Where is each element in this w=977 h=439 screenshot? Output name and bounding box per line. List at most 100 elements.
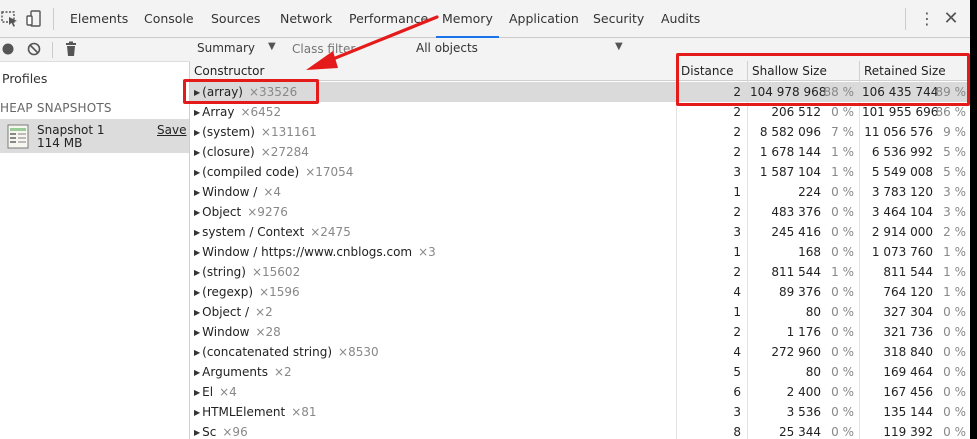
tab-network[interactable]: Network: [280, 0, 332, 38]
constructor-cell: ▶ El ×4: [194, 382, 674, 402]
tab-console[interactable]: Console: [144, 0, 194, 38]
distance-cell: 6: [733, 385, 741, 399]
tab-audits[interactable]: Audits: [661, 0, 700, 38]
distance-cell: 1: [733, 185, 741, 199]
expand-triangle-icon[interactable]: ▶: [194, 308, 200, 317]
shallow-size-cell: 8 582 096: [759, 125, 821, 139]
table-row[interactable]: ▶ (system) ×131161 2 8 582 096 7 % 11 056 576 9…: [190, 122, 970, 142]
constructor-cell: ▶ Window ×28: [194, 322, 674, 342]
expand-triangle-icon[interactable]: ▶: [194, 368, 200, 377]
expand-triangle-icon[interactable]: ▶: [194, 268, 200, 277]
instance-count: ×4: [263, 185, 282, 199]
constructor-cell: ▶ Window / ×4: [194, 182, 674, 202]
retained-percent-cell: 1 %: [943, 265, 966, 279]
retained-size-cell: 321 736: [883, 325, 933, 339]
tab-security[interactable]: Security: [593, 0, 644, 38]
trash-icon[interactable]: [64, 41, 78, 57]
retained-percent-cell: 5 %: [943, 165, 966, 179]
retained-size-cell: 2 914 000: [871, 225, 933, 239]
shallow-percent-cell: 0 %: [831, 365, 854, 379]
snapshot-item[interactable]: Snapshot 1 114 MB Save: [0, 119, 189, 153]
retained-percent-cell: 1 %: [943, 285, 966, 299]
tab-elements[interactable]: Elements: [70, 0, 128, 38]
table-row[interactable]: ▶ system / Context ×2475 3 245 416 0 % 2 914 0…: [190, 222, 970, 242]
shallow-percent-cell: 0 %: [831, 405, 854, 419]
window-edge: [970, 0, 977, 439]
retained-percent-cell: 0 %: [943, 405, 966, 419]
tab-performance[interactable]: Performance: [349, 0, 428, 38]
record-icon[interactable]: [1, 42, 15, 56]
constructor-cell: ▶ (system) ×131161: [194, 122, 674, 142]
expand-triangle-icon[interactable]: ▶: [194, 128, 200, 137]
table-row[interactable]: ▶ Object / ×2 1 80 0 % 327 304 0 %: [190, 302, 970, 322]
snapshot-save-link[interactable]: Save: [157, 123, 186, 137]
clear-all-icon[interactable]: [27, 42, 41, 56]
retained-size-cell: 167 456: [883, 385, 933, 399]
retained-size-cell: 169 464: [883, 365, 933, 379]
expand-triangle-icon[interactable]: ▶: [194, 208, 200, 217]
shallow-size-cell: 811 544: [771, 265, 821, 279]
instance-count: ×1596: [259, 285, 300, 299]
constructor-name: (string): [202, 265, 246, 279]
table-row[interactable]: ▶ Window ×28 2 1 176 0 % 321 736 0 %: [190, 322, 970, 342]
tab-application[interactable]: Application: [509, 0, 579, 38]
table-row[interactable]: ▶ Object ×9276 2 483 376 0 % 3 464 104 3 %: [190, 202, 970, 222]
expand-triangle-icon[interactable]: ▶: [194, 228, 200, 237]
expand-triangle-icon[interactable]: ▶: [194, 348, 200, 357]
shallow-percent-cell: 0 %: [831, 385, 854, 399]
shallow-percent-cell: 1 %: [831, 265, 854, 279]
constructor-cell: ▶ Object ×9276: [194, 202, 674, 222]
constructor-name: Array: [202, 105, 235, 119]
objects-select[interactable]: All objects: [416, 41, 478, 55]
dropdown-arrow-icon[interactable]: ▼: [268, 41, 276, 52]
table-row[interactable]: ▶ (compiled code) ×17054 3 1 587 104 1 % 5 549…: [190, 162, 970, 182]
annotation-box-size-columns: [676, 53, 970, 106]
table-row[interactable]: ▶ Window / ×4 1 224 0 % 3 783 120 3 %: [190, 182, 970, 202]
table-row[interactable]: ▶ Sc ×96 8 25 344 0 % 119 392 0 %: [190, 422, 970, 439]
expand-triangle-icon[interactable]: ▶: [194, 328, 200, 337]
expand-triangle-icon[interactable]: ▶: [194, 108, 200, 117]
device-toolbar-icon[interactable]: [25, 9, 45, 29]
shallow-size-cell: 25 344: [779, 425, 821, 439]
more-options-icon[interactable]: ⋮: [918, 11, 936, 29]
table-row[interactable]: ▶ (concatenated string) ×8530 4 272 960 0 % 31…: [190, 342, 970, 362]
constructor-cell: ▶ Array ×6452: [194, 102, 674, 122]
table-row[interactable]: ▶ (regexp) ×1596 4 89 376 0 % 764 120 1 %: [190, 282, 970, 302]
table-row[interactable]: ▶ El ×4 6 2 400 0 % 167 456 0 %: [190, 382, 970, 402]
expand-triangle-icon[interactable]: ▶: [194, 188, 200, 197]
retained-percent-cell: 3 %: [943, 185, 966, 199]
shallow-percent-cell: 0 %: [831, 305, 854, 319]
shallow-size-cell: 2 400: [786, 385, 821, 399]
table-row[interactable]: ▶ Window / https://www.cnblogs.com ×3 1 168 0…: [190, 242, 970, 262]
expand-triangle-icon[interactable]: ▶: [194, 388, 200, 397]
expand-triangle-icon[interactable]: ▶: [194, 248, 200, 257]
tab-memory[interactable]: Memory: [436, 0, 499, 38]
constructor-name: (concatenated string): [202, 345, 333, 359]
shallow-percent-cell: 0 %: [831, 425, 854, 439]
shallow-percent-cell: 0 %: [831, 325, 854, 339]
expand-triangle-icon[interactable]: ▶: [194, 408, 200, 417]
distance-cell: 2: [733, 205, 741, 219]
expand-triangle-icon[interactable]: ▶: [194, 148, 200, 157]
inspect-element-icon[interactable]: [0, 9, 20, 29]
expand-triangle-icon[interactable]: ▶: [194, 288, 200, 297]
class-filter-input[interactable]: [286, 40, 396, 58]
expand-triangle-icon[interactable]: ▶: [194, 168, 200, 177]
expand-triangle-icon[interactable]: ▶: [194, 428, 200, 437]
instance-count: ×27284: [260, 145, 309, 159]
dropdown-arrow-icon[interactable]: ▼: [615, 41, 623, 52]
retained-size-cell: 11 056 576: [864, 125, 933, 139]
table-row[interactable]: ▶ (closure) ×27284 2 1 678 144 1 % 6 536 992 5 …: [190, 142, 970, 162]
table-row[interactable]: ▶ Arguments ×2 5 80 0 % 169 464 0 %: [190, 362, 970, 382]
table-row[interactable]: ▶ HTMLElement ×81 3 3 536 0 % 135 144 0 %: [190, 402, 970, 422]
table-row[interactable]: ▶ (string) ×15602 2 811 544 1 % 811 544 1 %: [190, 262, 970, 282]
column-header-constructor[interactable]: Constructor: [190, 61, 676, 81]
toolbar-divider: [905, 8, 906, 30]
distance-cell: 3: [733, 225, 741, 239]
close-icon[interactable]: ✕: [940, 8, 962, 30]
view-select[interactable]: Summary: [197, 41, 255, 55]
retained-percent-cell: 3 %: [943, 205, 966, 219]
tab-sources[interactable]: Sources: [211, 0, 260, 38]
shallow-size-cell: 168: [798, 245, 821, 259]
distance-cell: 2: [733, 125, 741, 139]
